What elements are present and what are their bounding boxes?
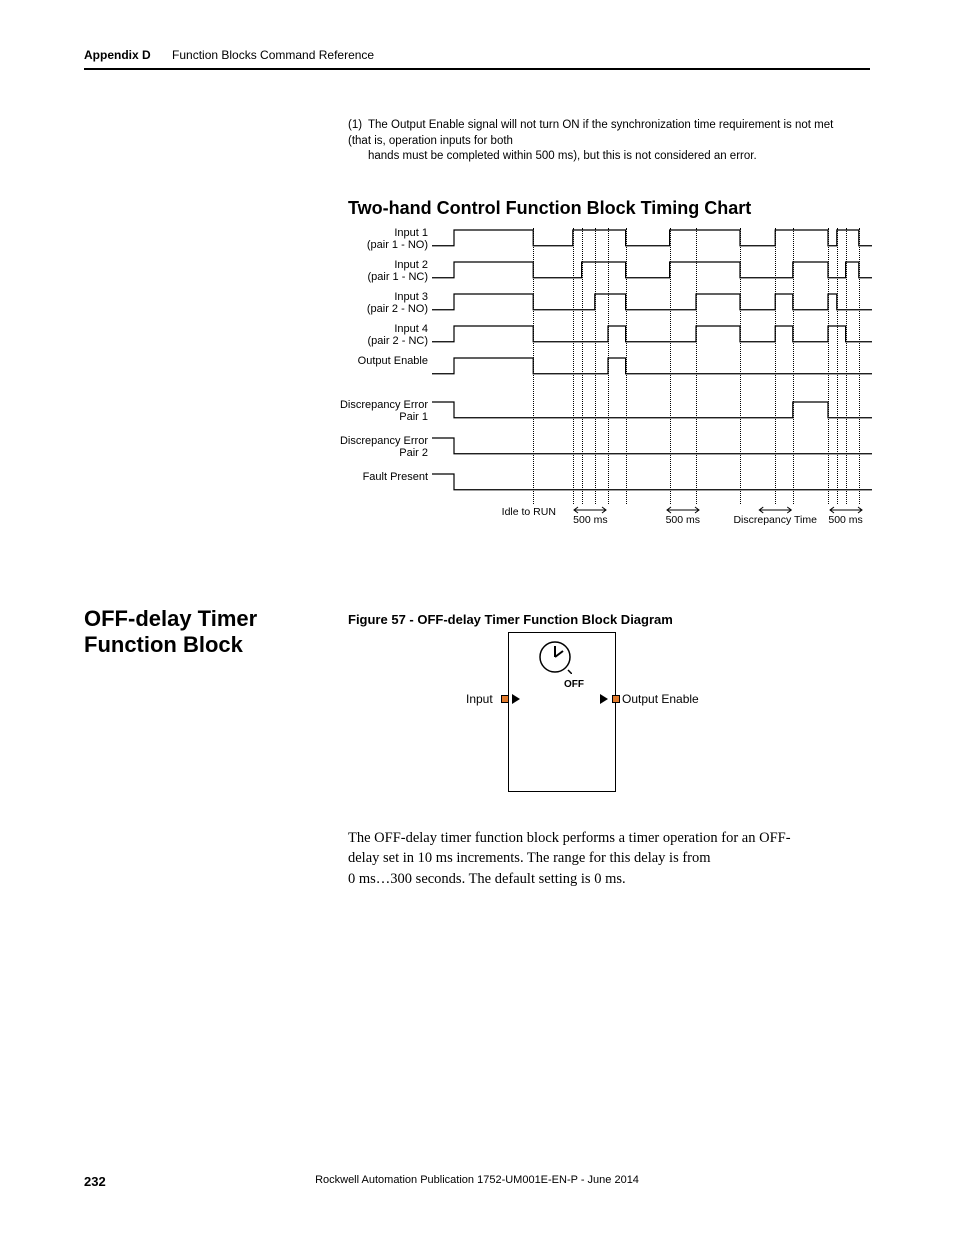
signal-label: Input 3(pair 2 - NO) — [318, 292, 432, 315]
signal-label: Output Enable — [318, 356, 432, 368]
publication-info: Rockwell Automation Publication 1752-UM0… — [315, 1174, 639, 1186]
signal-wave — [432, 326, 872, 344]
signal-wave — [432, 358, 872, 376]
body-line3: 0 ms…300 seconds. The default setting is… — [348, 871, 626, 887]
body-paragraph: The OFF-delay timer function block perfo… — [348, 828, 858, 889]
fbd-off-label: OFF — [564, 679, 584, 690]
signal-label: Fault Present — [318, 472, 432, 484]
footnote-number: (1) — [348, 118, 368, 134]
signal-label: Input 2(pair 1 - NC) — [318, 260, 432, 283]
signal-wave — [432, 474, 872, 492]
x-annotation: 500 ms — [828, 506, 864, 526]
signal-label: Input 4(pair 2 - NC) — [318, 324, 432, 347]
signal-wave — [432, 230, 872, 248]
header-rule — [84, 68, 870, 70]
footnote-line2: hands must be completed within 500 ms), … — [368, 149, 858, 165]
page-footer: 232 Rockwell Automation Publication 1752… — [84, 1174, 870, 1189]
section-heading: OFF-delay Timer Function Block — [84, 606, 324, 658]
timing-chart-title: Two-hand Control Function Block Timing C… — [348, 198, 751, 219]
page-header: Appendix D Function Blocks Command Refer… — [84, 48, 870, 62]
signal-label: Discrepancy ErrorPair 1 — [318, 400, 432, 423]
signal-wave — [432, 438, 872, 456]
signal-label: Discrepancy ErrorPair 2 — [318, 436, 432, 459]
fbd-input-label: Input — [466, 692, 493, 706]
body-line1: The OFF-delay timer function block perfo… — [348, 830, 791, 846]
footnote: (1)The Output Enable signal will not tur… — [348, 118, 858, 165]
fbd-output-port — [612, 695, 620, 703]
function-block-diagram: OFF Input Output Enable — [460, 632, 660, 802]
x-annotation: 500 ms — [665, 506, 701, 526]
signal-wave — [432, 294, 872, 312]
clock-icon — [538, 640, 572, 674]
fbd-output-label: Output Enable — [622, 692, 712, 706]
fbd-input-port — [501, 695, 509, 703]
header-appendix: Appendix D — [84, 48, 151, 62]
x-annotation: Discrepancy Time — [733, 506, 816, 526]
triangle-right-icon — [512, 694, 520, 704]
footnote-line1: The Output Enable signal will not turn O… — [348, 119, 833, 147]
x-annotation: 500 ms — [572, 506, 608, 526]
x-annotation: Idle to RUN — [502, 506, 556, 518]
figure-caption: Figure 57 - OFF-delay Timer Function Blo… — [348, 612, 673, 627]
signal-label: Input 1(pair 1 - NO) — [318, 228, 432, 251]
signal-wave — [432, 262, 872, 280]
triangle-right-icon — [600, 694, 608, 704]
header-title: Function Blocks Command Reference — [172, 48, 374, 62]
timing-chart: Input 1(pair 1 - NO)Input 2(pair 1 - NC)… — [348, 224, 872, 524]
signal-wave — [432, 402, 872, 420]
page-number: 232 — [84, 1174, 106, 1189]
body-line2: delay set in 10 ms increments. The range… — [348, 850, 711, 866]
